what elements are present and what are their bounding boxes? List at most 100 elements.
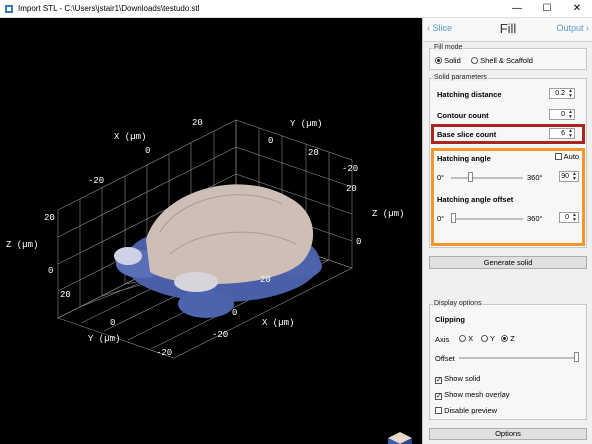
tick-label: 0 xyxy=(268,136,274,146)
radio-icon xyxy=(481,335,488,342)
tick-label: 0 xyxy=(110,318,116,328)
spin-arrows-icon[interactable]: ▲ ▼ xyxy=(568,129,573,139)
hatching-angle-offset-min: 0° xyxy=(437,214,445,223)
tick-label: 20 xyxy=(44,213,55,223)
maximize-button[interactable]: ☐ xyxy=(532,0,562,18)
tick-label: 20 xyxy=(308,148,319,158)
next-step-label: Output xyxy=(556,23,584,33)
radio-label: Solid xyxy=(444,56,461,65)
radio-icon xyxy=(459,335,466,342)
checkbox-icon xyxy=(435,407,442,414)
checkbox-label: Auto xyxy=(563,152,580,161)
3d-viewport[interactable]: X (µm) Y (µm) Z (µm) Z (µm) X (µm) Y (µm… xyxy=(0,18,422,444)
spin-arrows-icon[interactable]: ▲ ▼ xyxy=(568,89,573,99)
radio-label: Z xyxy=(510,334,515,343)
spin-arrows-icon[interactable]: ▲ ▼ xyxy=(568,110,573,120)
radio-label: Shell & Scaffold xyxy=(480,56,533,65)
checkbox-label: Disable preview xyxy=(444,406,498,415)
tick-label: -20 xyxy=(88,176,105,186)
spinbox-value: 90 xyxy=(561,173,569,180)
spin-arrows-icon[interactable]: ▲ ▼ xyxy=(572,213,577,223)
spinbox-value: 6 xyxy=(561,130,565,137)
hatching-angle-offset-slider[interactable] xyxy=(451,218,523,220)
tick-label: -20 xyxy=(342,164,359,174)
contour-count-spinbox[interactable]: 0 ▲ ▼ xyxy=(549,109,575,120)
hatching-angle-max: 360° xyxy=(527,173,543,182)
contour-count-label: Contour count xyxy=(437,111,489,120)
z-axis-label-right: Z (µm) xyxy=(372,209,405,219)
fill-mode-solid-radio[interactable]: Solid xyxy=(435,56,461,65)
y-axis-label-top: Y (µm) xyxy=(290,119,323,129)
clipping-label: Clipping xyxy=(435,315,465,324)
solid-parameters-label: Solid parameters xyxy=(433,74,488,81)
hatching-angle-min: 0° xyxy=(437,173,445,182)
checkbox-label: Show solid xyxy=(444,374,481,383)
x-axis-label-bottom: X (µm) xyxy=(262,318,295,328)
offset-slider[interactable] xyxy=(459,357,579,359)
fill-settings-panel: ‹ Slice Fill Output › Fill mode Solid Sh… xyxy=(422,18,592,444)
axis-label: Axis xyxy=(435,335,450,344)
generate-solid-button[interactable]: Generate solid xyxy=(429,256,587,269)
x-axis-label-top: X (µm) xyxy=(114,132,147,142)
hatching-distance-label: Hatching distance xyxy=(437,90,502,99)
radio-label: X xyxy=(468,334,474,343)
display-options-label: Display options xyxy=(433,300,483,307)
window-title: Import STL - C:\Users\jstair1\Downloads\… xyxy=(18,4,200,13)
turtle-model xyxy=(114,184,322,318)
offset-slider-thumb[interactable] xyxy=(574,352,579,362)
minimize-button[interactable]: — xyxy=(502,0,532,18)
y-axis-label-bottom: Y (µm) xyxy=(88,334,121,344)
hatching-angle-offset-slider-thumb[interactable] xyxy=(451,213,456,223)
hatching-angle-auto-checkbox[interactable]: Auto xyxy=(555,152,579,161)
axis-z-radio[interactable]: Z xyxy=(501,334,515,343)
fill-mode-label: Fill mode xyxy=(433,44,464,51)
tick-label: 0 xyxy=(48,266,54,276)
hatching-angle-offset-spinbox[interactable]: 0 ▲ ▼ xyxy=(559,212,579,223)
next-step-link[interactable]: Output › xyxy=(556,23,589,33)
tick-label: -20 xyxy=(156,348,173,358)
scene-svg xyxy=(57,119,412,444)
show-solid-checkbox[interactable]: ✓ Show solid xyxy=(435,374,480,384)
hatching-distance-spinbox[interactable]: 0.2 ▲ ▼ xyxy=(549,88,575,99)
spinbox-value: 0 xyxy=(561,111,565,118)
spinbox-value: 0.2 xyxy=(555,90,565,97)
step-navigation: ‹ Slice Fill Output › xyxy=(423,18,592,42)
tick-label: 0 xyxy=(356,237,362,247)
tick-label: 0 xyxy=(145,146,151,156)
tick-label: 20 xyxy=(346,184,357,194)
close-button[interactable]: ✕ xyxy=(562,0,592,18)
offset-label: Offset xyxy=(435,354,455,363)
base-slice-count-spinbox[interactable]: 6 ▲ ▼ xyxy=(549,128,575,139)
hatching-angle-slider[interactable] xyxy=(451,177,523,179)
fill-mode-shell-radio[interactable]: Shell & Scaffold xyxy=(471,56,533,65)
hatching-angle-offset-label: Hatching angle offset xyxy=(437,195,514,204)
view-cube-icon[interactable] xyxy=(388,432,412,444)
radio-icon xyxy=(471,57,478,64)
tick-label: 0 xyxy=(232,308,238,318)
app-icon xyxy=(5,5,13,13)
spinbox-value: 0 xyxy=(565,214,569,221)
tick-label: -20 xyxy=(212,330,229,340)
tick-label: 20 xyxy=(60,290,71,300)
z-axis-label-left: Z (µm) xyxy=(6,240,39,250)
window-titlebar: Import STL - C:\Users\jstair1\Downloads\… xyxy=(0,0,592,18)
checkbox-icon: ✓ xyxy=(435,377,442,384)
radio-icon xyxy=(435,57,442,64)
hatching-angle-offset-max: 360° xyxy=(527,214,543,223)
radio-icon xyxy=(501,335,508,342)
tick-label: 20 xyxy=(260,275,271,285)
options-button[interactable]: Options xyxy=(429,428,587,440)
spin-arrows-icon[interactable]: ▲ ▼ xyxy=(572,172,577,182)
axis-x-radio[interactable]: X xyxy=(459,334,473,343)
axis-y-radio[interactable]: Y xyxy=(481,334,495,343)
show-mesh-overlay-checkbox[interactable]: ✓ Show mesh overlay xyxy=(435,390,510,400)
tick-label: 20 xyxy=(192,118,203,128)
checkbox-icon xyxy=(555,153,562,160)
hatching-angle-spinbox[interactable]: 90 ▲ ▼ xyxy=(559,171,579,182)
disable-preview-checkbox[interactable]: Disable preview xyxy=(435,406,497,415)
checkbox-icon: ✓ xyxy=(435,393,442,400)
hatching-angle-label: Hatching angle xyxy=(437,154,491,163)
hatching-angle-slider-thumb[interactable] xyxy=(467,172,473,182)
radio-label: Y xyxy=(489,334,495,343)
checkbox-label: Show mesh overlay xyxy=(444,390,510,399)
